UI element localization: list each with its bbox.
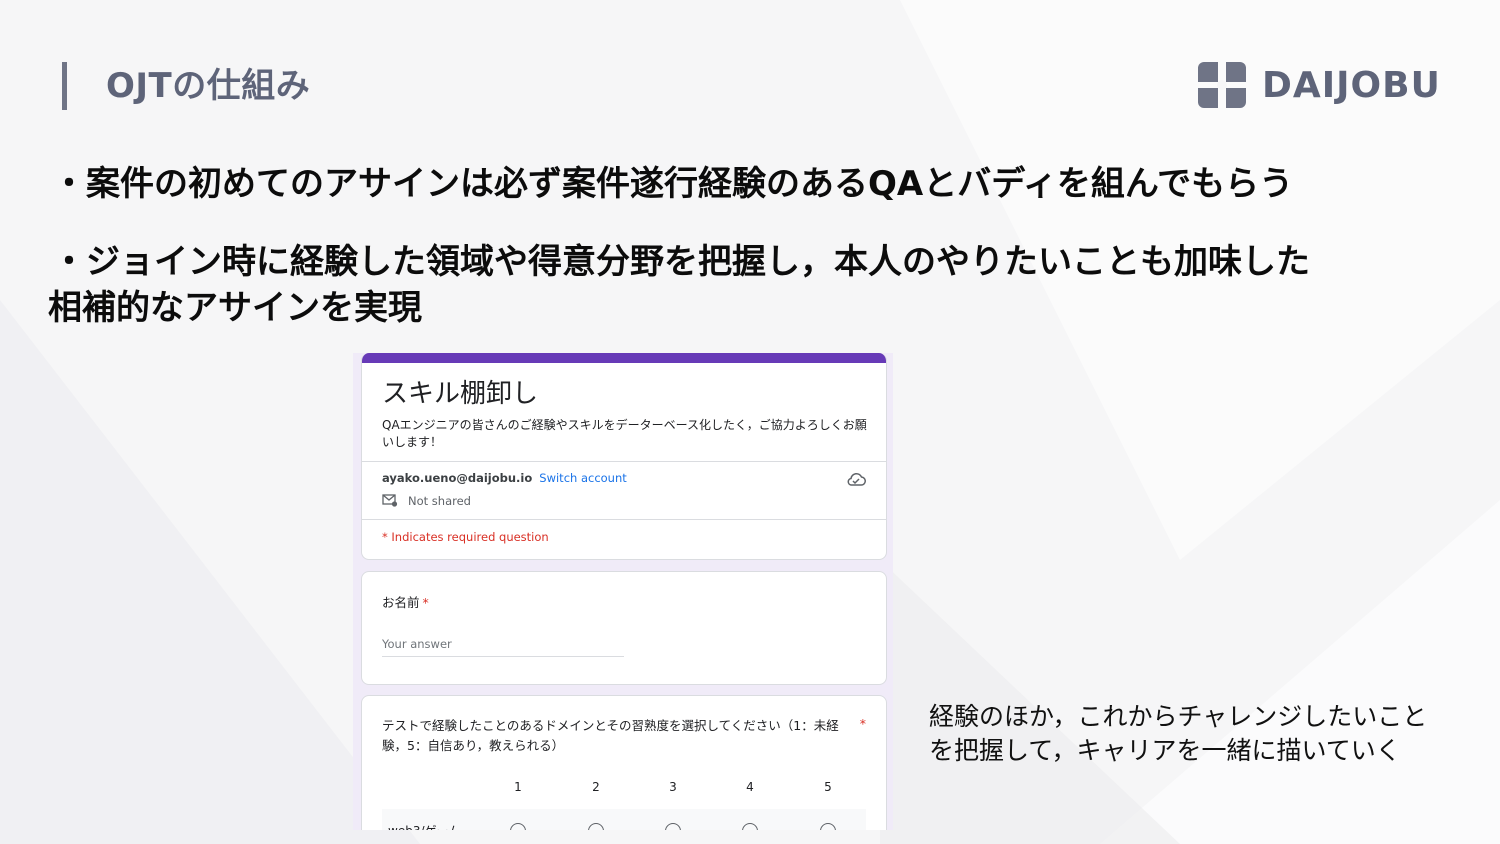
brand-logo: DAIJOBU — [1198, 60, 1441, 110]
name-label-text: お名前 — [382, 595, 420, 610]
grid-row-label: web3/ゲーム — [388, 822, 460, 830]
scale-label-1: 1 — [514, 780, 522, 794]
name-question-card: お名前 * Your answer — [361, 571, 887, 685]
name-question-label: お名前 * — [382, 592, 429, 611]
domain-question-label: テストで経験したことのあるドメインとその習熟度を選択してください（1：未経験，5… — [382, 718, 839, 753]
caption-line-2: を把握して，キャリアを一緒に描いていく — [929, 736, 1401, 765]
caption: 経験のほか，これからチャレンジしたいこと を把握して，キャリアを一緒に描いていく — [929, 700, 1469, 768]
form-accent-bar — [362, 353, 886, 363]
page-title: OJTの仕組み — [106, 66, 311, 106]
cloud-save-icon — [847, 472, 866, 486]
scale-label-2: 2 — [592, 780, 600, 794]
bullet-complementary-assignment-cont: 相補的なアサインを実現 — [48, 288, 422, 328]
bullet-buddy-assignment: ・案件の初めてのアサインは必ず案件遂行経験のあるQAとバディを組んでもらう — [52, 164, 1294, 204]
account-line: ayako.ueno@daijobu.io Switch account — [382, 471, 627, 485]
form-description: QAエンジニアの皆さんのご経験やスキルをデーターベース化したく，ご協力よろしくお… — [382, 418, 867, 449]
skill-inventory-form-screenshot: スキル棚卸し QAエンジニアの皆さんのご経験やスキルをデーターベース化したく，ご… — [353, 353, 893, 830]
form-title: スキル棚卸し — [382, 379, 539, 409]
required-star: * — [859, 716, 866, 731]
scale-label-3: 3 — [669, 780, 677, 794]
daijobu-logo-icon — [1198, 62, 1246, 108]
bullet-complementary-assignment: ・ジョイン時に経験した領域や得意分野を把握し，本人のやりたいことも加味した — [52, 242, 1310, 282]
title-accent-bar — [62, 62, 67, 110]
divider — [362, 461, 886, 462]
logo-text: DAIJOBU — [1262, 64, 1441, 106]
switch-account-link[interactable]: Switch account — [539, 471, 627, 485]
caption-line-1: 経験のほか，これからチャレンジしたいこと — [929, 702, 1428, 731]
scale-label-4: 4 — [746, 780, 754, 794]
scale-label-5: 5 — [824, 780, 832, 794]
required-star: * — [422, 595, 429, 610]
required-note: * Indicates required question — [382, 530, 549, 544]
domain-grid-question-card: テストで経験したことのあるドメインとその習熟度を選択してください（1：未経験，5… — [361, 695, 887, 830]
name-answer-input[interactable]: Your answer — [382, 637, 624, 657]
mail-icon — [382, 494, 398, 507]
form-header-card: スキル棚卸し QAエンジニアの皆さんのご経験やスキルをデーターベース化したく，ご… — [361, 353, 887, 560]
account-email: ayako.ueno@daijobu.io — [382, 471, 533, 485]
divider — [362, 519, 886, 520]
not-shared-text: Not shared — [408, 494, 471, 508]
